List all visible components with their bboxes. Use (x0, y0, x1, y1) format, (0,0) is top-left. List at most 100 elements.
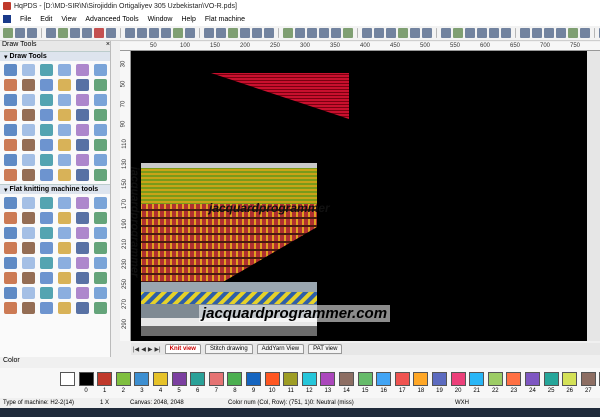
tab-pat-view[interactable]: PAT view (308, 344, 343, 354)
color-swatch[interactable] (301, 372, 317, 386)
toolbar-button-icon[interactable] (199, 28, 200, 38)
menu-edit[interactable]: Edit (40, 16, 52, 23)
draw-tool-icon[interactable] (58, 154, 71, 166)
draw-tool-icon[interactable] (4, 64, 17, 76)
flat-tool-icon[interactable] (94, 227, 107, 239)
flat-tool-icon[interactable] (4, 212, 17, 224)
toolbar-button-icon[interactable] (94, 28, 104, 38)
draw-tool-icon[interactable] (4, 94, 17, 106)
flat-tool-icon[interactable] (4, 272, 17, 284)
toolbar-button-icon[interactable] (240, 28, 250, 38)
flat-tool-icon[interactable] (4, 257, 17, 269)
tab-knit-view[interactable]: Knit view (164, 344, 201, 354)
draw-tool-icon[interactable] (94, 94, 107, 106)
draw-tool-icon[interactable] (40, 169, 53, 181)
color-swatch[interactable] (208, 372, 224, 386)
flat-tool-icon[interactable] (40, 272, 53, 284)
flat-tool-icon[interactable] (4, 197, 17, 209)
flat-tool-icon[interactable] (22, 287, 35, 299)
next-tab-icon[interactable]: ▶ (148, 346, 153, 353)
toolbar-button-icon[interactable] (46, 28, 56, 38)
toolbar-button-icon[interactable] (125, 28, 135, 38)
flat-tool-icon[interactable] (4, 242, 17, 254)
close-icon[interactable]: × (106, 41, 110, 51)
color-swatch[interactable] (134, 372, 150, 386)
color-swatch[interactable] (190, 372, 206, 386)
toolbar-button-icon[interactable] (58, 28, 68, 38)
draw-tool-icon[interactable] (22, 124, 35, 136)
toolbar-button-icon[interactable] (15, 28, 25, 38)
flat-tool-icon[interactable] (22, 212, 35, 224)
toolbar-button-icon[interactable] (520, 28, 530, 38)
toolbar-button-icon[interactable] (343, 28, 353, 38)
color-swatch[interactable] (506, 372, 522, 386)
menu-advanced-tools[interactable]: Advanceed Tools (85, 16, 138, 23)
flat-tool-icon[interactable] (40, 227, 53, 239)
draw-tool-icon[interactable] (58, 79, 71, 91)
flat-tool-icon[interactable] (22, 257, 35, 269)
draw-tool-icon[interactable] (22, 154, 35, 166)
color-swatch[interactable] (283, 372, 299, 386)
flat-tool-icon[interactable] (94, 272, 107, 284)
draw-tool-icon[interactable] (94, 124, 107, 136)
draw-tool-icon[interactable] (4, 124, 17, 136)
color-swatch[interactable] (432, 372, 447, 386)
draw-tool-icon[interactable] (22, 169, 35, 181)
toolbar-button-icon[interactable] (264, 28, 274, 38)
toolbar-button-icon[interactable] (216, 28, 226, 38)
flat-tool-icon[interactable] (40, 212, 53, 224)
toolbar-button-icon[interactable] (386, 28, 396, 38)
flat-tool-icon[interactable] (22, 227, 35, 239)
draw-tool-icon[interactable] (76, 94, 89, 106)
group-header-draw[interactable]: ▾ Draw Tools (0, 51, 110, 61)
flat-tool-icon[interactable] (22, 272, 35, 284)
menu-help[interactable]: Help (181, 16, 195, 23)
last-tab-icon[interactable]: ▶| (154, 346, 160, 353)
flat-tool-icon[interactable] (76, 242, 89, 254)
flat-tool-icon[interactable] (76, 287, 89, 299)
toolbar-button-icon[interactable] (204, 28, 214, 38)
flat-tool-icon[interactable] (94, 197, 107, 209)
draw-tool-icon[interactable] (22, 64, 35, 76)
flat-tool-icon[interactable] (22, 302, 35, 314)
toolbar-button-icon[interactable] (41, 28, 42, 38)
flat-tool-icon[interactable] (40, 197, 53, 209)
color-swatch[interactable] (525, 372, 540, 386)
flat-tool-icon[interactable] (94, 287, 107, 299)
menu-window[interactable]: Window (148, 16, 173, 23)
flat-tool-icon[interactable] (76, 197, 89, 209)
toolbar-button-icon[interactable] (357, 28, 358, 38)
color-swatch[interactable] (227, 372, 243, 386)
toolbar-button-icon[interactable] (489, 28, 499, 38)
flat-tool-icon[interactable] (94, 257, 107, 269)
color-swatch[interactable] (60, 372, 75, 386)
menu-file[interactable]: File (20, 16, 31, 23)
flat-tool-icon[interactable] (40, 302, 53, 314)
flat-tool-icon[interactable] (4, 227, 17, 239)
toolbar-button-icon[interactable] (27, 28, 37, 38)
flat-tool-icon[interactable] (76, 272, 89, 284)
toolbar-button-icon[interactable] (465, 28, 475, 38)
color-swatch[interactable] (469, 372, 485, 386)
draw-tool-icon[interactable] (76, 124, 89, 136)
draw-tool-icon[interactable] (76, 154, 89, 166)
toolbar-button-icon[interactable] (477, 28, 487, 38)
toolbar-button-icon[interactable] (319, 28, 329, 38)
flat-tool-icon[interactable] (40, 287, 53, 299)
color-swatch[interactable] (115, 372, 131, 386)
group-header-flat[interactable]: ▾ Flat knitting machine tools (0, 184, 110, 194)
toolbar-button-icon[interactable] (3, 28, 13, 38)
menu-flat-machine[interactable]: Flat machine (205, 16, 245, 23)
first-tab-icon[interactable]: |◀ (133, 346, 139, 353)
draw-tool-icon[interactable] (22, 139, 35, 151)
toolbar-button-icon[interactable] (501, 28, 511, 38)
flat-tool-icon[interactable] (58, 272, 71, 284)
draw-tool-icon[interactable] (94, 109, 107, 121)
color-swatch[interactable] (78, 372, 94, 386)
draw-tool-icon[interactable] (22, 109, 35, 121)
toolbar-button-icon[interactable] (556, 28, 566, 38)
flat-tool-icon[interactable] (94, 242, 107, 254)
document-icon[interactable] (3, 15, 11, 23)
flat-tool-icon[interactable] (58, 212, 71, 224)
flat-tool-icon[interactable] (58, 257, 71, 269)
